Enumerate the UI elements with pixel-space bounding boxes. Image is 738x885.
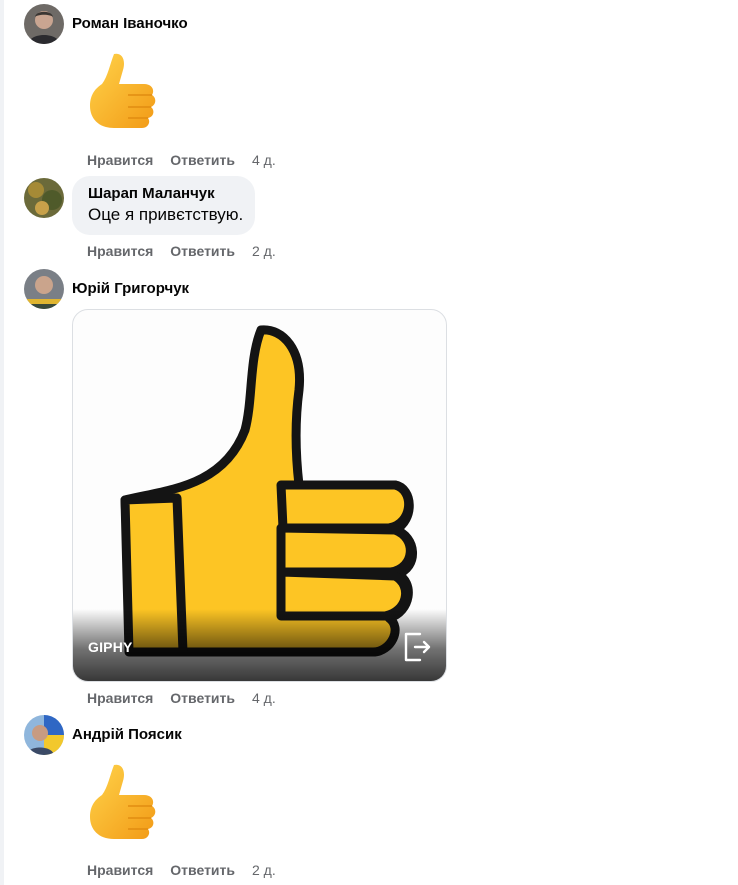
open-external-icon[interactable] (402, 631, 432, 663)
like-button[interactable]: Нравится (87, 861, 153, 879)
giphy-badge: GIPHY (88, 639, 133, 655)
comment-timestamp[interactable]: 2 д. (252, 242, 276, 260)
gif-attachment[interactable]: GIPHY (72, 309, 447, 682)
comment-bubble: Шарап Маланчук Оце я привєтствую. (72, 176, 256, 235)
avatar[interactable] (24, 178, 64, 218)
reply-button[interactable]: Ответить (170, 151, 235, 169)
comment-timestamp[interactable]: 2 д. (252, 861, 276, 879)
avatar[interactable] (24, 269, 64, 309)
reply-button[interactable]: Ответить (170, 861, 235, 879)
comment-author[interactable]: Юрій Григорчук (72, 279, 189, 299)
avatar[interactable] (24, 715, 64, 755)
comment-actions: Нравится Ответить 4 д. (87, 689, 293, 707)
comment-author[interactable]: Роман Іваночко (72, 14, 188, 34)
comment-timestamp[interactable]: 4 д. (252, 689, 276, 707)
comment-actions: Нравится Ответить 2 д. (87, 242, 293, 260)
comment-actions: Нравится Ответить 4 д. (87, 151, 293, 169)
comment-actions: Нравится Ответить 2 д. (87, 861, 293, 879)
thumbs-up-emoji-icon (90, 764, 156, 839)
reply-button[interactable]: Ответить (170, 242, 235, 260)
reply-button[interactable]: Ответить (170, 689, 235, 707)
comment-author[interactable]: Андрій Поясик (72, 725, 182, 745)
feed-divider (0, 0, 4, 885)
avatar[interactable] (24, 4, 64, 44)
comment-text: Оце я привєтствую. (88, 205, 244, 224)
comment-author[interactable]: Шарап Маланчук (88, 184, 243, 204)
like-button[interactable]: Нравится (87, 689, 153, 707)
comment-timestamp[interactable]: 4 д. (252, 151, 276, 169)
like-button[interactable]: Нравится (87, 242, 153, 260)
like-button[interactable]: Нравится (87, 151, 153, 169)
thumbs-up-emoji-icon (90, 53, 156, 128)
